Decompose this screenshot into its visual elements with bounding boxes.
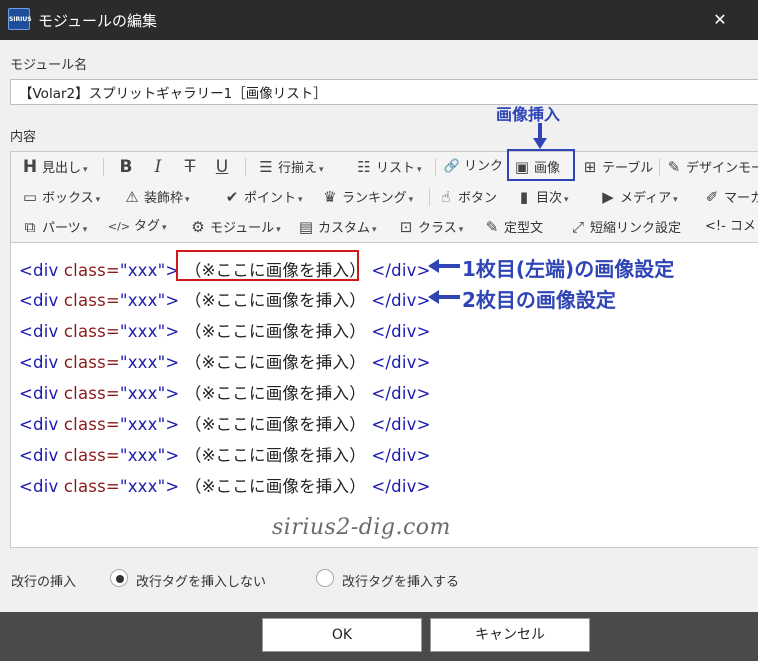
cancel-button[interactable]: キャンセル bbox=[430, 618, 590, 652]
custom-button[interactable]: ▤ カスタム ▾ bbox=[297, 215, 377, 239]
heading-icon: H bbox=[22, 157, 38, 177]
warning-icon: ⚠ bbox=[125, 188, 139, 206]
italic-button[interactable]: I bbox=[149, 155, 170, 179]
content-label: 内容 bbox=[10, 130, 37, 145]
editor-toolbar: H 見出し ▾ B I T U ☰ 行揃え ▾ ☷ リスト ▾ 🔗 リンク ▣ 画像 ⊞ テーブル… bbox=[10, 151, 758, 242]
code-icon: </> bbox=[107, 220, 131, 233]
align-button[interactable]: ☰ 行揃え ▾ bbox=[257, 155, 323, 179]
annotation-arrow-down-head bbox=[533, 138, 547, 149]
design-mode-button[interactable]: ✎デザインモード bbox=[665, 155, 758, 179]
parts-button[interactable]: ⧉ パーツ ▾ bbox=[21, 215, 88, 239]
first-image-highlight bbox=[176, 250, 359, 281]
toolbar-row-2: ▭ ボックス ▾ ⚠ 装飾枠 ▾ ✔ ポイント ▾ ♛ ランキング ▾ ☝ ボタン ▮ 目次 ▾ ▶ メ… bbox=[11, 182, 758, 212]
code-line: <div class="xxx"> （※ここに画像を挿入） </div> bbox=[19, 384, 431, 403]
title-bar: SIRIUS モジュールの編集 ✕ bbox=[0, 0, 758, 40]
media-button[interactable]: ▶ メディア ▾ bbox=[599, 185, 677, 209]
marker-button[interactable]: ✐マーカー bbox=[703, 185, 758, 209]
underline-icon: U bbox=[215, 157, 229, 177]
app-icon: SIRIUS bbox=[8, 8, 32, 30]
strikethrough-button[interactable]: T bbox=[181, 155, 202, 179]
close-icon[interactable]: ✕ bbox=[706, 6, 734, 34]
radio-insert-br[interactable] bbox=[316, 569, 334, 587]
radio-no-br[interactable] bbox=[110, 569, 128, 587]
list-button[interactable]: ☷ リスト ▾ bbox=[355, 155, 421, 179]
tag-button[interactable]: </> タグ ▾ bbox=[107, 215, 167, 239]
button-button[interactable]: ☝ ボタン bbox=[437, 185, 497, 209]
code-line: <div class="xxx"> （※ここに画像を挿入） </div> bbox=[19, 446, 431, 465]
module-name-input[interactable] bbox=[10, 79, 758, 105]
decoration-frame-button[interactable]: ⚠ 装飾枠 ▾ bbox=[123, 185, 189, 209]
annotation-arrow-left bbox=[438, 264, 460, 268]
link-icon: 🔗 bbox=[443, 159, 461, 174]
code-line: <div class="xxx"> （※ここに画像を挿入） </div> bbox=[19, 415, 431, 434]
box-button[interactable]: ▭ ボックス ▾ bbox=[21, 185, 100, 209]
radio-no-br-label[interactable]: 改行タグを挿入しない bbox=[136, 571, 266, 590]
crown-icon: ♛ bbox=[323, 188, 337, 206]
italic-icon: I bbox=[154, 157, 162, 177]
radio-insert-br-label[interactable]: 改行タグを挿入する bbox=[342, 571, 459, 590]
module-button[interactable]: ⚙ モジュール ▾ bbox=[189, 215, 280, 239]
annotation-insert-image: 画像挿入 bbox=[496, 105, 561, 124]
line-break-label: 改行の挿入 bbox=[11, 575, 77, 590]
table-icon: ⊞ bbox=[583, 158, 597, 176]
bold-button[interactable]: B bbox=[117, 155, 138, 179]
table-button[interactable]: ⊞ テーブル bbox=[581, 155, 654, 179]
design-mode-icon: ✎ bbox=[667, 158, 681, 176]
external-link-icon: ⤢ bbox=[571, 218, 584, 236]
window-title: モジュールの編集 bbox=[38, 12, 157, 30]
underline-button[interactable]: U bbox=[213, 155, 234, 179]
hand-pointer-icon: ☝ bbox=[441, 188, 451, 206]
puzzle-icon: ⧉ bbox=[24, 218, 36, 236]
code-line: <div class="xxx"> （※ここに画像を挿入） </div> bbox=[19, 291, 431, 310]
ranking-button[interactable]: ♛ ランキング ▾ bbox=[321, 185, 413, 209]
annotation-first-image: 1枚目(左端)の画像設定 bbox=[462, 257, 675, 281]
play-icon: ▶ bbox=[602, 188, 614, 206]
strikethrough-icon: T bbox=[184, 157, 196, 177]
module-icon: ⚙ bbox=[191, 218, 205, 236]
heading-button[interactable]: H 見出し ▾ bbox=[21, 155, 88, 179]
annotation-second-image: 2枚目の画像設定 bbox=[462, 288, 616, 312]
content-editor[interactable]: <div class="xxx"> （※ここに画像を挿入） </div> <di… bbox=[10, 242, 758, 548]
custom-icon: ▤ bbox=[298, 218, 314, 236]
code-line: <div class="xxx"> （※ここに画像を挿入） </div> bbox=[19, 322, 431, 341]
annotation-arrow-left bbox=[438, 295, 460, 299]
image-button-highlight bbox=[507, 149, 575, 181]
ok-button[interactable]: OK bbox=[262, 618, 422, 652]
toc-button[interactable]: ▮ 目次 ▾ bbox=[515, 185, 569, 209]
marker-icon: ✐ bbox=[705, 188, 719, 206]
box-icon: ▭ bbox=[22, 188, 38, 206]
css-icon: ⊡ bbox=[399, 218, 413, 236]
bold-icon: B bbox=[119, 157, 133, 177]
code-line: <div class="xxx"> （※ここに画像を挿入） </div> bbox=[19, 353, 431, 372]
watermark: sirius2-dig.com bbox=[272, 515, 451, 540]
module-name-label: モジュール名 bbox=[10, 58, 88, 73]
toolbar-row-3: ⧉ パーツ ▾ </> タグ ▾ ⚙ モジュール ▾ ▤ カスタム ▾ ⊡ クラス ▾ ✎ 定型文 ⤢… bbox=[11, 212, 758, 242]
short-link-button[interactable]: ⤢ 短縮リンク設定 bbox=[569, 215, 681, 239]
align-icon: ☰ bbox=[259, 158, 273, 176]
point-button[interactable]: ✔ ポイント ▾ bbox=[223, 185, 303, 209]
class-button[interactable]: ⊡ クラス ▾ bbox=[397, 215, 464, 239]
link-button[interactable]: 🔗 リンク bbox=[443, 155, 503, 179]
template-text-button[interactable]: ✎ 定型文 bbox=[483, 215, 543, 239]
toolbar-row-1: H 見出し ▾ B I T U ☰ 行揃え ▾ ☷ リスト ▾ 🔗 リンク ▣ 画像 ⊞ テーブル… bbox=[11, 152, 758, 182]
comment-button[interactable]: <!- コメント bbox=[705, 215, 758, 239]
edit-icon: ✎ bbox=[485, 218, 499, 236]
code-line: <div class="xxx"> （※ここに画像を挿入） </div> bbox=[19, 477, 431, 496]
check-circle-icon: ✔ bbox=[225, 188, 239, 206]
list-icon: ☷ bbox=[357, 158, 371, 176]
bookmark-icon: ▮ bbox=[519, 188, 529, 206]
